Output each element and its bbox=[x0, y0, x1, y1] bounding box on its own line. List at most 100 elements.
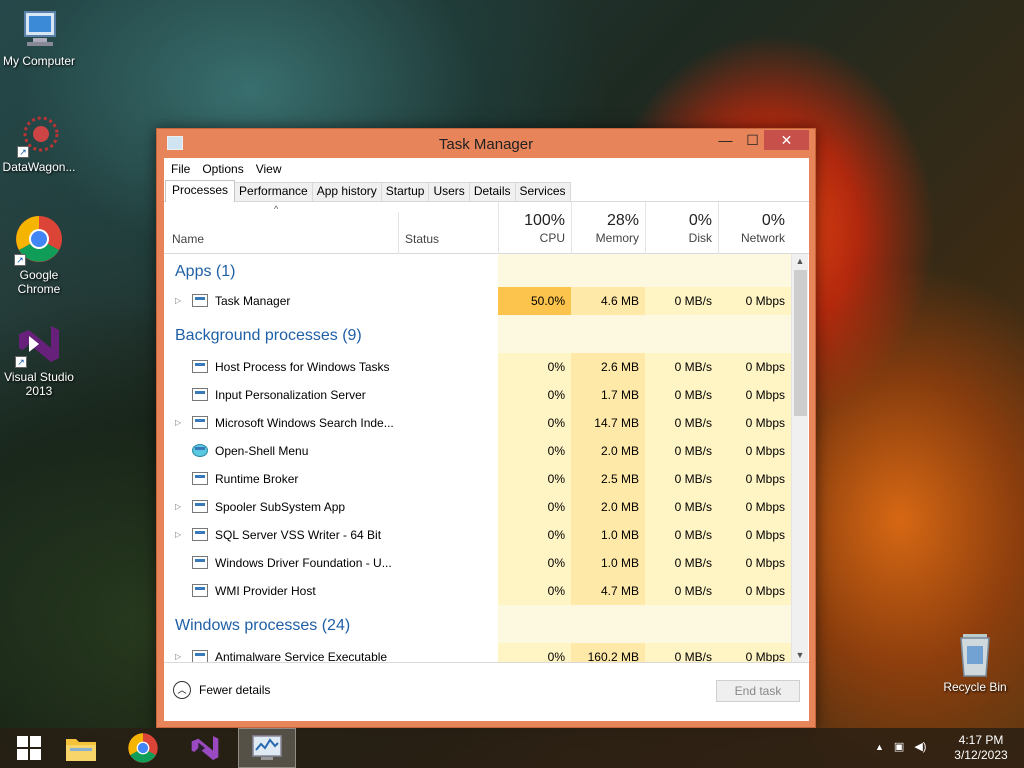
tray-expand-icon[interactable]: ▲ bbox=[875, 740, 884, 754]
disk-value: 0 MB/s bbox=[645, 493, 718, 521]
scroll-down-icon[interactable]: ▼ bbox=[792, 648, 808, 662]
column-memory[interactable]: 28% Memory bbox=[571, 202, 645, 254]
column-header: ^ Name Status 100% CPU 28% Memory 0% Dis… bbox=[164, 202, 809, 254]
group-title: Windows processes (24) bbox=[175, 617, 351, 634]
open-shell-icon bbox=[192, 444, 208, 457]
table-row[interactable]: Open-Shell Menu 0% 2.0 MB 0 MB/s 0 Mbps bbox=[164, 437, 791, 465]
task-manager-icon bbox=[252, 735, 282, 760]
cpu-value: 0% bbox=[498, 521, 571, 549]
cpu-value: 0% bbox=[498, 353, 571, 381]
desktop-icon-chrome[interactable]: ↗ Google Chrome bbox=[0, 214, 78, 296]
end-task-button[interactable]: End task bbox=[716, 680, 800, 702]
memory-value: 2.0 MB bbox=[571, 437, 645, 465]
memory-label: Memory bbox=[595, 231, 639, 245]
menu-file[interactable]: File bbox=[171, 162, 190, 176]
disk-value: 0 MB/s bbox=[645, 409, 718, 437]
disk-value: 0 MB/s bbox=[645, 465, 718, 493]
menu-bar: File Options View bbox=[164, 158, 809, 180]
expand-arrow-icon[interactable]: ▷ bbox=[175, 530, 181, 539]
title-bar[interactable]: Task Manager — ☐ ✕ bbox=[157, 129, 815, 159]
cpu-value: 0% bbox=[498, 493, 571, 521]
chrome-icon: ↗ bbox=[14, 214, 64, 266]
tab-performance[interactable]: Performance bbox=[234, 182, 313, 201]
table-row[interactable]: ▷ Antimalware Service Executable 0% 160.… bbox=[164, 643, 791, 662]
expand-arrow-icon[interactable]: ▷ bbox=[175, 418, 181, 427]
memory-value: 4.6 MB bbox=[571, 287, 645, 315]
table-row[interactable]: WMI Provider Host 0% 4.7 MB 0 MB/s 0 Mbp… bbox=[164, 577, 791, 605]
taskbar-file-explorer[interactable] bbox=[52, 728, 110, 768]
table-row[interactable]: Input Personalization Server 0% 1.7 MB 0… bbox=[164, 381, 791, 409]
taskbar-chrome[interactable] bbox=[114, 728, 172, 768]
tab-details[interactable]: Details bbox=[468, 182, 516, 201]
column-cpu[interactable]: 100% CPU bbox=[498, 202, 571, 254]
table-row[interactable]: Runtime Broker 0% 2.5 MB 0 MB/s 0 Mbps bbox=[164, 465, 791, 493]
tab-app-history[interactable]: App history bbox=[311, 182, 382, 201]
table-row[interactable]: ▷ Task Manager 50.0% 4.6 MB 0 MB/s 0 Mbp… bbox=[164, 287, 791, 315]
scroll-thumb[interactable] bbox=[794, 270, 807, 416]
desktop-icon-datawagon[interactable]: ↗ DataWagon... bbox=[0, 114, 78, 174]
maximize-button[interactable]: ☐ bbox=[739, 130, 766, 150]
cpu-value: 0% bbox=[498, 381, 571, 409]
process-name: Input Personalization Server bbox=[215, 388, 366, 402]
process-name: WMI Provider Host bbox=[215, 584, 316, 598]
menu-options[interactable]: Options bbox=[202, 162, 243, 176]
table-row[interactable]: Host Process for Windows Tasks 0% 2.6 MB… bbox=[164, 353, 791, 381]
desktop-icon-my-computer[interactable]: My Computer bbox=[0, 8, 78, 68]
network-icon[interactable]: ▣ bbox=[894, 740, 904, 754]
shortcut-arrow-icon: ↗ bbox=[15, 356, 27, 368]
table-row[interactable]: ▷ Spooler SubSystem App 0% 2.0 MB 0 MB/s… bbox=[164, 493, 791, 521]
table-row[interactable]: Windows Driver Foundation - U... 0% 1.0 … bbox=[164, 549, 791, 577]
desktop-icon-visual-studio[interactable]: ↗ Visual Studio 2013 bbox=[0, 320, 78, 398]
column-status[interactable]: Status bbox=[405, 232, 439, 246]
tab-processes[interactable]: Processes bbox=[165, 180, 236, 202]
table-row[interactable]: ▷ SQL Server VSS Writer - 64 Bit 0% 1.0 … bbox=[164, 521, 791, 549]
sort-up-icon: ^ bbox=[274, 204, 279, 214]
cpu-value: 0% bbox=[498, 437, 571, 465]
tab-services[interactable]: Services bbox=[514, 182, 571, 201]
column-name[interactable]: Name bbox=[172, 232, 204, 246]
memory-total: 28% bbox=[606, 212, 639, 229]
system-tray: ▲ ▣ ◀) bbox=[875, 740, 926, 754]
disk-label: Disk bbox=[688, 231, 712, 245]
fewer-details-label: Fewer details bbox=[199, 683, 271, 697]
fewer-details-button[interactable]: ︿ Fewer details bbox=[173, 681, 270, 699]
process-name: Runtime Broker bbox=[215, 472, 299, 486]
scroll-up-icon[interactable]: ▲ bbox=[792, 254, 808, 268]
column-disk[interactable]: 0% Disk bbox=[645, 202, 718, 254]
disk-value: 0 MB/s bbox=[645, 437, 718, 465]
expand-arrow-icon[interactable]: ▷ bbox=[175, 502, 181, 511]
disk-value: 0 MB/s bbox=[645, 549, 718, 577]
network-value: 0 Mbps bbox=[718, 493, 791, 521]
disk-total: 0% bbox=[688, 212, 712, 229]
desktop-icon-recycle-bin[interactable]: Recycle Bin bbox=[936, 630, 1014, 694]
desktop-icon-label: My Computer bbox=[2, 54, 76, 68]
column-network[interactable]: 0% Network bbox=[718, 202, 791, 254]
taskbar-task-manager[interactable] bbox=[238, 728, 296, 768]
network-value: 0 Mbps bbox=[718, 643, 791, 662]
taskbar-visual-studio[interactable] bbox=[176, 728, 234, 768]
process-name: Microsoft Windows Search Inde... bbox=[215, 416, 394, 430]
tab-startup[interactable]: Startup bbox=[380, 182, 430, 201]
close-button[interactable]: ✕ bbox=[764, 130, 809, 150]
clock[interactable]: 4:17 PM 3/12/2023 bbox=[948, 733, 1014, 763]
desktop-icon-label: Recycle Bin bbox=[943, 680, 1007, 694]
tab-users[interactable]: Users bbox=[428, 182, 470, 201]
network-value: 0 Mbps bbox=[718, 409, 791, 437]
vertical-scrollbar[interactable]: ▲ ▼ bbox=[791, 254, 808, 662]
taskbar: ▲ ▣ ◀) 4:17 PM 3/12/2023 bbox=[0, 728, 1024, 768]
volume-icon[interactable]: ◀) bbox=[914, 740, 926, 754]
expand-arrow-icon[interactable]: ▷ bbox=[175, 296, 181, 305]
network-value: 0 Mbps bbox=[718, 353, 791, 381]
visual-studio-icon bbox=[191, 736, 219, 760]
folder-icon bbox=[66, 739, 96, 761]
disk-value: 0 MB/s bbox=[645, 381, 718, 409]
clock-date: 3/12/2023 bbox=[954, 748, 1008, 762]
process-name: Windows Driver Foundation - U... bbox=[215, 556, 392, 570]
start-button[interactable] bbox=[0, 728, 58, 768]
chevron-up-icon: ︿ bbox=[173, 681, 191, 699]
table-row[interactable]: ▷ Microsoft Windows Search Inde... 0% 14… bbox=[164, 409, 791, 437]
expand-arrow-icon[interactable]: ▷ bbox=[175, 652, 181, 661]
menu-view[interactable]: View bbox=[256, 162, 282, 176]
printer-icon bbox=[192, 500, 208, 513]
minimize-button[interactable]: — bbox=[712, 130, 739, 150]
